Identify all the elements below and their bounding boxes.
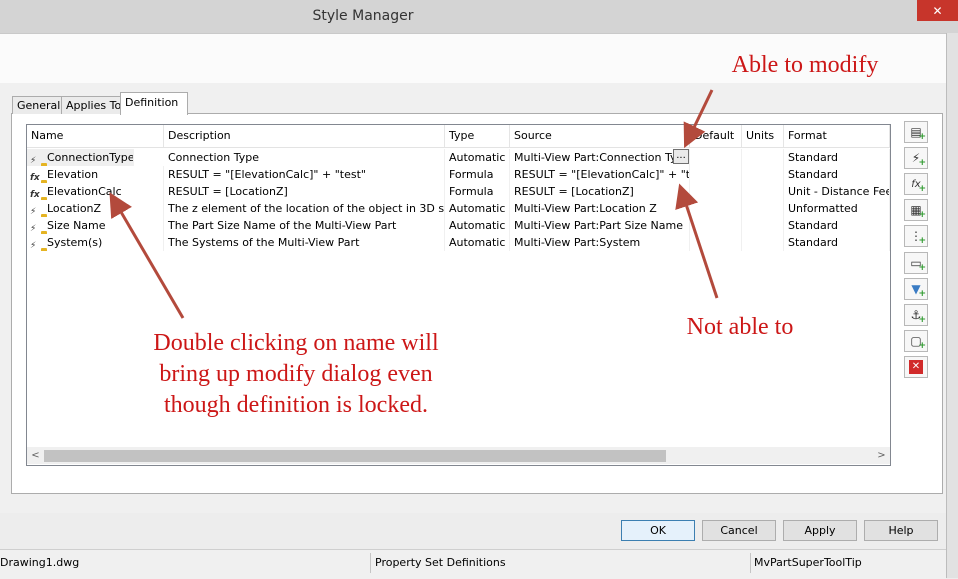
annotation-arrows [109,89,719,319]
arrow-not-able [675,183,719,299]
annotation-double-click: Double clicking on name will bring up mo… [153,330,439,418]
annotation-able-to-modify: Able to modify [731,52,879,78]
arrow-able-to-modify [683,89,714,149]
arrow-double-click [109,192,185,319]
annotation-not-able-to: Not able to [686,314,794,340]
